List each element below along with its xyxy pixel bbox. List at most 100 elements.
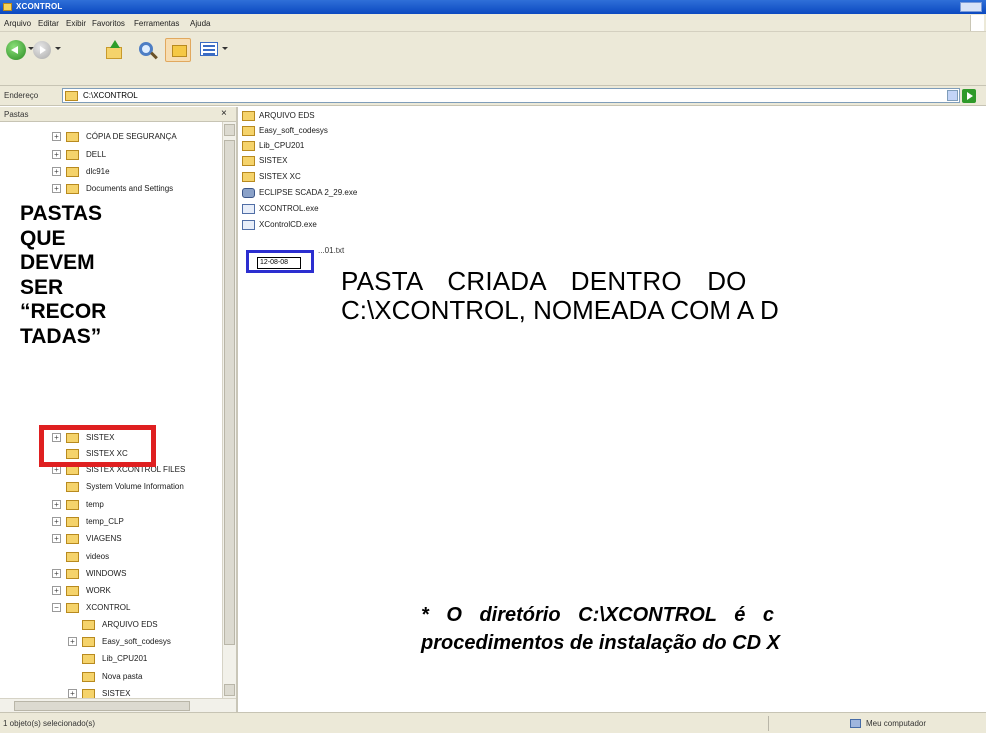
window-title: XCONTROL [16, 2, 63, 11]
folder-icon [66, 150, 79, 160]
rename-input[interactable]: 12-08-08 [257, 257, 301, 269]
tree-item-label: XCONTROL [86, 603, 131, 612]
back-button[interactable] [6, 40, 26, 60]
folder-icon [66, 517, 79, 527]
menu-editar[interactable]: Editar [38, 19, 59, 28]
folder-pane-scrollbar[interactable] [222, 122, 236, 698]
expand-icon[interactable]: + [52, 500, 61, 509]
title-bar: XCONTROL [0, 0, 986, 14]
folders-highlight [39, 425, 156, 467]
folder-pane-hscrollbar[interactable] [0, 698, 236, 712]
folder-icon [66, 132, 79, 142]
address-path: C:\XCONTROL [83, 91, 138, 100]
file-name: Easy_soft_codesys [259, 126, 328, 135]
search-button[interactable] [136, 40, 162, 62]
file-name: SISTEX XC [259, 172, 301, 181]
address-dropdown-icon[interactable] [947, 90, 958, 101]
tree-item-label: WORK [86, 586, 111, 595]
annotation-line: PASTAS [20, 202, 103, 225]
tree-item-label: Easy_soft_codesys [102, 637, 171, 646]
folder-icon [66, 167, 79, 177]
annotation-line: SER [20, 275, 64, 299]
menu-arquivo[interactable]: Arquivo [4, 19, 31, 28]
expand-icon[interactable]: + [52, 569, 61, 578]
file-name: SISTEX [259, 156, 288, 165]
tree-item-label: VIAGENS [86, 534, 122, 543]
windows-logo-icon [970, 15, 984, 31]
annotation-note-line2: procedimentos de instalação do CD X [421, 632, 780, 654]
annotation-note-line1: * O diretório C:\XCONTROL é c [421, 604, 774, 626]
folders-pane-header: Pastas × [0, 107, 236, 122]
expand-icon[interactable]: + [68, 637, 77, 646]
tree-item-label: temp_CLP [86, 517, 124, 526]
folder-icon [242, 111, 255, 121]
expand-icon[interactable]: + [52, 517, 61, 526]
expand-icon[interactable]: + [52, 534, 61, 543]
menu-ferramentas[interactable]: Ferramentas [134, 19, 179, 28]
annotation-line: DEVEM [20, 251, 95, 274]
address-input[interactable]: C:\XCONTROL [62, 88, 960, 103]
annotation-line: TADAS” [20, 324, 102, 348]
status-bar: 1 objeto(s) selecionado(s) Meu computado… [0, 712, 986, 733]
up-folder-button[interactable] [104, 40, 124, 60]
address-label: Endereço [4, 91, 39, 100]
folder-icon [242, 141, 255, 151]
expand-icon[interactable]: + [52, 132, 61, 141]
scroll-down-icon[interactable] [224, 684, 235, 696]
file-name: Lib_CPU201 [259, 141, 305, 150]
computer-icon [850, 719, 861, 728]
expand-icon[interactable]: + [68, 689, 77, 698]
folder-icon [66, 482, 79, 492]
tree-item-label: videos [86, 552, 110, 561]
folders-pane-title: Pastas [4, 110, 29, 119]
scroll-up-icon[interactable] [224, 124, 235, 136]
folder-icon [66, 500, 79, 510]
tree-item-label: Nova pasta [102, 672, 143, 681]
search-handle [150, 51, 158, 60]
folder-icon [66, 534, 79, 544]
folder-icon [65, 91, 78, 101]
views-dropdown-icon[interactable] [222, 47, 228, 50]
tree-item-label: temp [86, 500, 104, 509]
status-selection: 1 objeto(s) selecionado(s) [3, 719, 96, 728]
folder-icon [82, 654, 95, 664]
file-name: XControlCD.exe [259, 220, 317, 229]
folder-icon [82, 672, 95, 682]
tree-item-label: WINDOWS [86, 569, 127, 578]
forward-dropdown-icon[interactable] [55, 47, 61, 50]
annotation-main-line2: C:\XCONTROL, NOMEADA COM A D [341, 295, 779, 325]
gear-icon [242, 188, 255, 198]
folder-icon [82, 637, 95, 647]
file-name: ECLIPSE SCADA 2_29.exe [259, 188, 358, 197]
file-name[interactable]: ...01.txt [318, 246, 344, 255]
window-controls[interactable] [960, 2, 982, 12]
scroll-thumb[interactable] [224, 140, 235, 645]
folder-icon [242, 126, 255, 136]
forward-button[interactable] [33, 41, 51, 59]
hscroll-thumb[interactable] [14, 701, 190, 711]
folder-icon [82, 620, 95, 630]
tree-item-label: Lib_CPU201 [102, 654, 148, 663]
expand-icon[interactable]: + [52, 150, 61, 159]
file-name: ARQUIVO EDS [259, 111, 315, 120]
tree-item-label: dlc91e [86, 167, 110, 176]
folders-button[interactable] [165, 38, 191, 62]
expand-icon[interactable]: + [52, 586, 61, 595]
expand-icon[interactable]: + [52, 167, 61, 176]
views-button[interactable] [200, 42, 218, 56]
go-button[interactable] [962, 89, 976, 103]
file-name: XCONTROL.exe [259, 204, 319, 213]
menu-exibir[interactable]: Exibir [66, 19, 86, 28]
menu-favoritos[interactable]: Favoritos [92, 19, 125, 28]
folder-icon [3, 3, 12, 11]
close-icon[interactable]: × [221, 108, 227, 119]
expand-icon[interactable]: + [52, 184, 61, 193]
menu-ajuda[interactable]: Ajuda [190, 19, 210, 28]
annotation-left: PASTAS QUE DEVEM SER “RECOR TADAS” [20, 202, 109, 349]
exe-icon [242, 220, 255, 230]
folder-icon [242, 156, 255, 166]
folder-icon [242, 172, 255, 182]
collapse-icon[interactable]: − [52, 603, 61, 612]
tree-item-label: ARQUIVO EDS [102, 620, 158, 629]
toolbar [0, 32, 986, 86]
